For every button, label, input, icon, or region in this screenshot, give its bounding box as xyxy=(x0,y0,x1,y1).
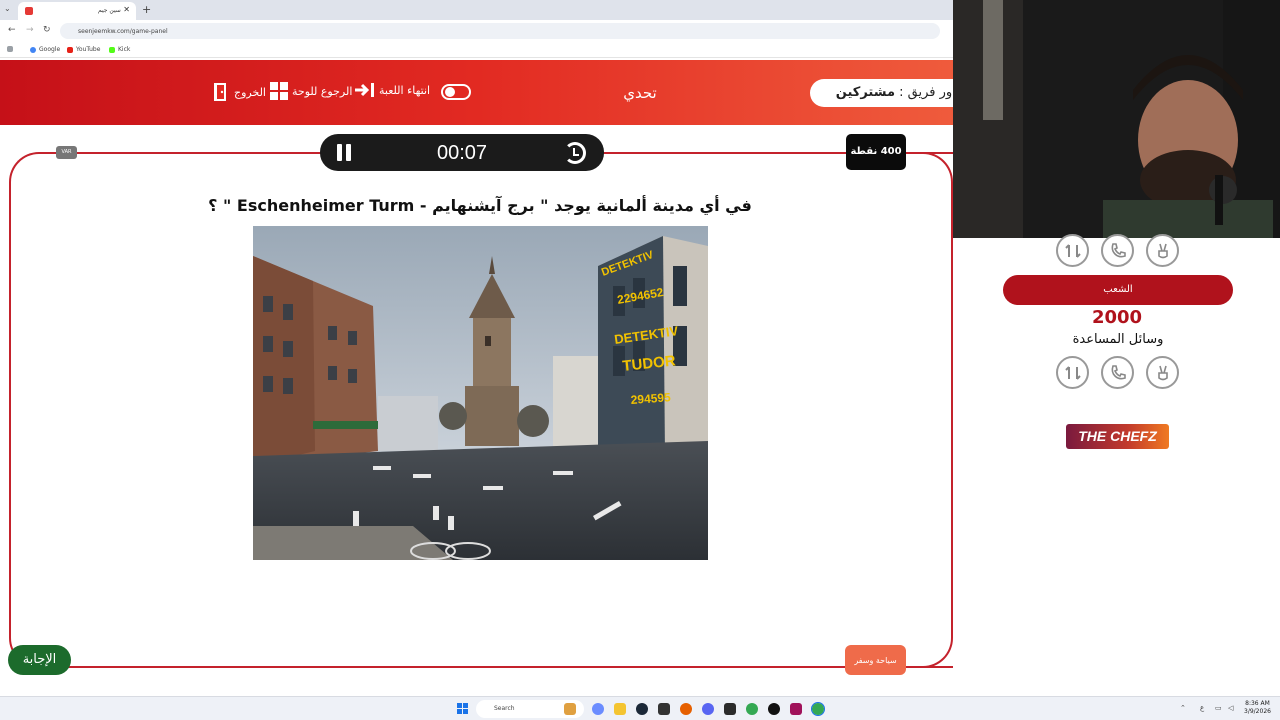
chrome-active-icon[interactable] xyxy=(811,702,825,716)
back-to-board-label: الرجوع للوحة xyxy=(292,84,353,98)
apps-icon[interactable] xyxy=(7,46,13,52)
clock-date: 3/9/2026 xyxy=(1244,708,1271,715)
webcam-overlay xyxy=(953,0,1280,238)
lifeline-two-answers-button[interactable] xyxy=(1146,234,1179,267)
switch-icon xyxy=(1065,244,1081,258)
team-score: 2000 xyxy=(1091,307,1143,328)
bookmark-youtube[interactable]: YouTube xyxy=(67,46,100,53)
bookmark-label: Kick xyxy=(118,46,131,53)
app-icon[interactable] xyxy=(790,703,802,715)
network-icon[interactable]: ▭ xyxy=(1215,704,1222,712)
var-badge[interactable]: VAR xyxy=(56,146,77,159)
exit-button[interactable]: الخروج xyxy=(212,82,266,102)
phone-icon xyxy=(1111,365,1126,380)
category-button[interactable]: سياحة وسفر xyxy=(845,645,906,675)
lifeline-call-button[interactable] xyxy=(1101,356,1134,389)
volume-icon[interactable]: ◁ xyxy=(1228,704,1233,712)
discord-icon[interactable] xyxy=(702,703,714,715)
team-turn-pill: دور فريق : مشتركين xyxy=(810,79,970,107)
lifeline-two-answers-button[interactable] xyxy=(1146,356,1179,389)
lifeline-switch-button[interactable] xyxy=(1056,234,1089,267)
challenge-label[interactable]: تحدي xyxy=(612,84,668,102)
browser-tab[interactable]: سين جيم ✕ xyxy=(18,2,136,20)
question-text: في أي مدينة ألمانية يوجد " برج آيشنهايم … xyxy=(208,196,752,215)
chrome-icon[interactable] xyxy=(746,703,758,715)
question-panel-frame-right xyxy=(880,152,953,668)
team-bar: الشعب xyxy=(1003,275,1233,305)
peace-hand-icon xyxy=(1158,243,1168,259)
taskbar-clock[interactable]: 8:36 AM 3/9/2026 xyxy=(1244,700,1271,716)
forward-icon[interactable]: → xyxy=(26,25,34,35)
back-to-board-button[interactable]: الرجوع للوحة xyxy=(270,82,352,100)
app-icon[interactable] xyxy=(658,703,670,715)
widget-icon[interactable] xyxy=(564,703,576,715)
door-icon xyxy=(214,83,226,101)
bookmark-label: YouTube xyxy=(76,46,101,53)
game-header: دور فريق : مشتركين تحدي انتهاء اللعبة ال… xyxy=(0,60,970,125)
obs-icon[interactable] xyxy=(768,703,780,715)
site-favicon-icon xyxy=(25,7,33,15)
grid-icon xyxy=(270,82,288,100)
photo-sign-text: 294595 xyxy=(630,390,671,407)
exit-arrow-icon xyxy=(355,83,374,97)
tray-chevron-icon[interactable]: ⌃ xyxy=(1180,704,1186,712)
windows-start-icon[interactable] xyxy=(457,703,469,715)
close-tab-icon[interactable]: ✕ xyxy=(123,5,130,14)
new-tab-icon[interactable]: + xyxy=(142,3,151,16)
answer-button[interactable]: الإجابة xyxy=(8,645,71,675)
eschenheimer-tower-photo: DETEKTIV 2294652 DETEKTIV TUDOR 294595 xyxy=(253,226,708,560)
aids-label: وسائل المساعدة xyxy=(1072,332,1164,347)
team-turn-label: دور فريق : xyxy=(899,85,958,100)
back-icon[interactable]: ← xyxy=(8,25,16,35)
file-explorer-icon[interactable] xyxy=(614,703,626,715)
reload-icon[interactable]: ↻ xyxy=(43,25,51,35)
points-badge: 400 نقطة xyxy=(846,134,906,170)
language-indicator[interactable]: ع xyxy=(1200,704,1204,712)
browser-addressbar: ← → ↻ seenjeemkw.com/game-panel xyxy=(0,20,953,42)
lifeline-call-button[interactable] xyxy=(1101,234,1134,267)
terminal-icon[interactable] xyxy=(724,703,736,715)
timer-bar: 00:07 xyxy=(320,134,604,171)
steam-icon[interactable] xyxy=(636,703,648,715)
exit-label: الخروج xyxy=(234,85,266,99)
url-text: seenjeemkw.com/game-panel xyxy=(78,28,168,35)
peace-hand-icon xyxy=(1158,365,1168,381)
bookmarks-bar: Google YouTube Kick xyxy=(0,42,953,58)
bookmark-google[interactable]: Google xyxy=(30,46,60,53)
firefox-icon[interactable] xyxy=(680,703,692,715)
reset-timer-icon[interactable] xyxy=(564,142,586,164)
taskbar: Search ⌃ ع ▭ ◁ 8:36 AM 3/9/2026 xyxy=(0,696,1280,720)
switch-icon xyxy=(1065,366,1081,380)
end-game-toggle[interactable] xyxy=(441,84,471,100)
clock-time: 8:36 AM xyxy=(1245,700,1270,707)
url-field[interactable]: seenjeemkw.com/game-panel xyxy=(60,23,940,39)
end-game-label: انتهاء اللعبة xyxy=(379,83,431,97)
lifeline-switch-button[interactable] xyxy=(1056,356,1089,389)
end-game-button[interactable]: انتهاء اللعبة xyxy=(353,82,430,98)
streamer-webcam-image xyxy=(953,0,1280,238)
team-turn-name: مشتركين xyxy=(835,85,896,100)
screen: ⌄ سين جيم ✕ + ← → ↻ seenjeemkw.com/game-… xyxy=(0,0,1280,720)
browser-tabbar: ⌄ سين جيم ✕ + xyxy=(0,0,953,20)
taskbar-search-placeholder: Search xyxy=(494,705,515,712)
phone-icon xyxy=(1111,243,1126,258)
right-panel: الشعب 2000 وسائل المساعدة THE CHEFZ xyxy=(953,234,1280,696)
bookmark-kick[interactable]: Kick xyxy=(109,46,130,53)
question-image: DETEKTIV 2294652 DETEKTIV TUDOR 294595 xyxy=(253,226,708,560)
brand-logo: THE CHEFZ xyxy=(1066,424,1169,449)
tab-list-icon[interactable]: ⌄ xyxy=(4,4,11,13)
bookmark-label: Google xyxy=(39,46,61,53)
tab-title: سين جيم xyxy=(98,7,121,14)
timer-display: 00:07 xyxy=(436,142,488,164)
copilot-icon[interactable] xyxy=(592,703,604,715)
